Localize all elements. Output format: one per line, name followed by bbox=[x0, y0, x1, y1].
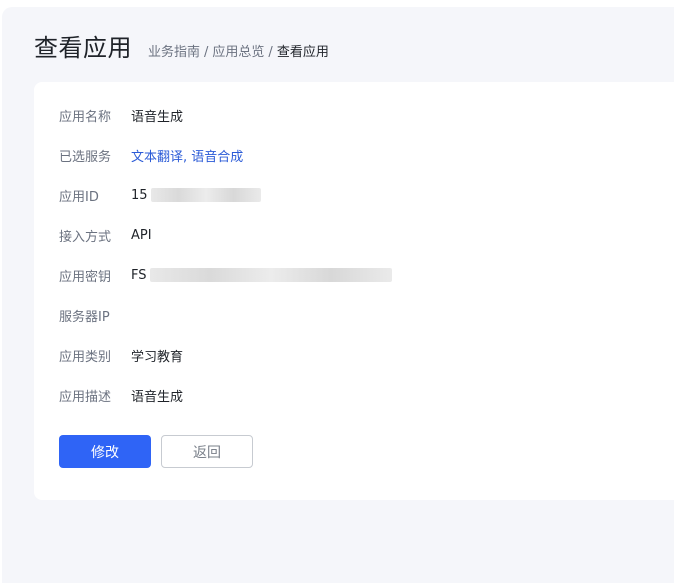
service-link-text-translation[interactable]: 文本翻译 bbox=[131, 150, 183, 165]
app-description-row: 应用描述 语音生成 bbox=[59, 385, 183, 405]
app-id-value: 15 bbox=[131, 188, 261, 203]
page-title: 查看应用 bbox=[34, 34, 132, 62]
selected-services-row: 已选服务 文本翻译, 语音合成 bbox=[59, 145, 243, 165]
breadcrumb-app-overview[interactable]: 应用总览 bbox=[212, 41, 264, 60]
server-ip-label: 服务器IP bbox=[59, 309, 110, 325]
breadcrumb-separator: / bbox=[268, 45, 273, 60]
app-name-value: 语音生成 bbox=[131, 109, 184, 125]
selected-services-label: 已选服务 bbox=[59, 149, 112, 165]
application-details-card: 应用名称 语音生成 已选服务 文本翻译, 语音合成 应用ID 15 接入方式 A… bbox=[34, 82, 674, 500]
access-method-row: 接入方式 API bbox=[59, 225, 152, 245]
app-secret-label: 应用密钥 bbox=[59, 269, 112, 285]
app-id-redaction bbox=[150, 188, 261, 202]
app-id-row: 应用ID 15 bbox=[59, 185, 261, 205]
app-name-label: 应用名称 bbox=[59, 109, 112, 125]
app-id-label: 应用ID bbox=[59, 189, 99, 205]
access-method-value: API bbox=[131, 227, 152, 243]
services-separator: , bbox=[183, 149, 188, 165]
page-header: 查看应用 业务指南 / 应用总览 / 查看应用 bbox=[34, 28, 329, 64]
breadcrumb-current: 查看应用 bbox=[276, 45, 329, 60]
access-method-label: 接入方式 bbox=[59, 229, 112, 245]
breadcrumb-business-guide[interactable]: 业务指南 bbox=[148, 41, 200, 60]
app-description-value: 语音生成 bbox=[131, 389, 184, 405]
app-description-label: 应用描述 bbox=[59, 389, 112, 405]
server-ip-row: 服务器IP bbox=[59, 305, 131, 325]
modify-button[interactable]: 修改 bbox=[59, 435, 151, 468]
app-id-visible-prefix: 15 bbox=[131, 187, 148, 203]
app-secret-visible-prefix: FS bbox=[131, 267, 147, 283]
selected-services-value: 文本翻译, 语音合成 bbox=[131, 146, 243, 165]
breadcrumb: 业务指南 / 应用总览 / 查看应用 bbox=[148, 41, 329, 60]
app-category-row: 应用类别 学习教育 bbox=[59, 345, 183, 365]
breadcrumb-separator: / bbox=[204, 45, 209, 60]
app-secret-redaction bbox=[149, 268, 392, 282]
app-category-label: 应用类别 bbox=[59, 349, 112, 365]
service-link-speech-synthesis[interactable]: 语音合成 bbox=[191, 150, 243, 165]
back-button[interactable]: 返回 bbox=[161, 435, 253, 468]
app-name-row: 应用名称 语音生成 bbox=[59, 105, 183, 125]
app-category-value: 学习教育 bbox=[131, 349, 184, 365]
app-secret-row: 应用密钥 FS bbox=[59, 265, 392, 285]
app-secret-value: FS bbox=[131, 268, 392, 283]
